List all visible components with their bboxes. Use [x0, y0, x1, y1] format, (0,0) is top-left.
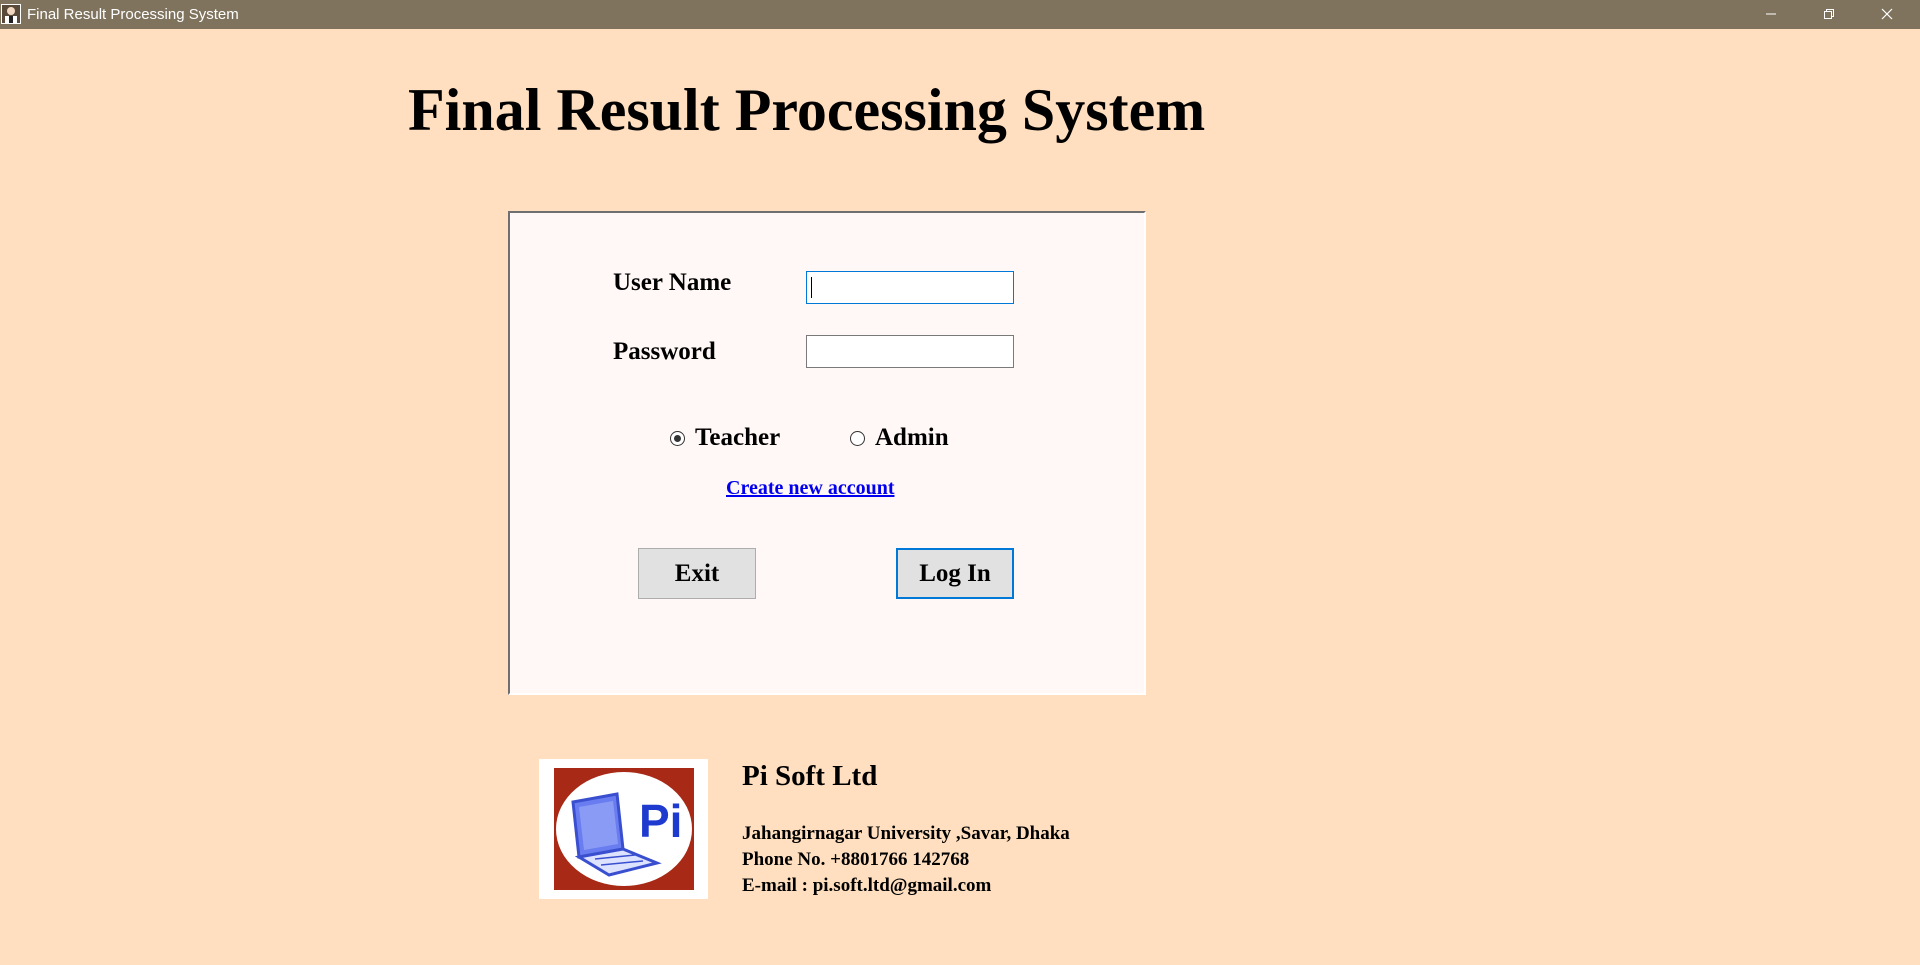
role-radio-admin[interactable]: Admin — [850, 423, 949, 453]
password-label: Password — [613, 338, 716, 365]
radio-unselected-icon — [850, 430, 865, 446]
minimize-button[interactable] — [1742, 0, 1800, 29]
app-icon[interactable] — [1, 4, 21, 24]
exit-button[interactable]: Exit — [638, 548, 756, 599]
login-button[interactable]: Log In — [896, 548, 1014, 599]
username-input[interactable] — [806, 271, 1014, 304]
logo-text: Pi — [639, 795, 682, 847]
page-title: Final Result Processing System — [408, 77, 1206, 143]
login-panel: User Name Password Teacher Admin Create … — [508, 211, 1146, 695]
create-account-link[interactable]: Create new account — [726, 475, 894, 501]
company-phone: Phone No. +8801766 142768 — [742, 849, 970, 870]
company-logo: Pi — [539, 759, 708, 899]
company-name: Pi Soft Ltd — [742, 760, 878, 792]
restore-button[interactable] — [1800, 0, 1858, 29]
role-radio-teacher[interactable]: Teacher — [670, 423, 780, 453]
window-titlebar: Final Result Processing System — [0, 0, 1920, 29]
window-title: Final Result Processing System — [27, 6, 239, 23]
text-caret — [811, 277, 812, 298]
password-input[interactable] — [806, 335, 1014, 368]
restore-icon — [1824, 9, 1834, 19]
close-icon — [1881, 8, 1893, 20]
role-label-admin: Admin — [875, 424, 949, 451]
company-address: Jahangirnagar University ,Savar, Dhaka — [742, 823, 1070, 844]
radio-selected-icon — [670, 430, 685, 446]
role-label-teacher: Teacher — [695, 424, 781, 451]
minimize-icon — [1766, 13, 1776, 15]
close-button[interactable] — [1858, 0, 1916, 29]
company-email: E-mail : pi.soft.ltd@gmail.com — [742, 875, 992, 896]
username-label: User Name — [613, 269, 732, 296]
